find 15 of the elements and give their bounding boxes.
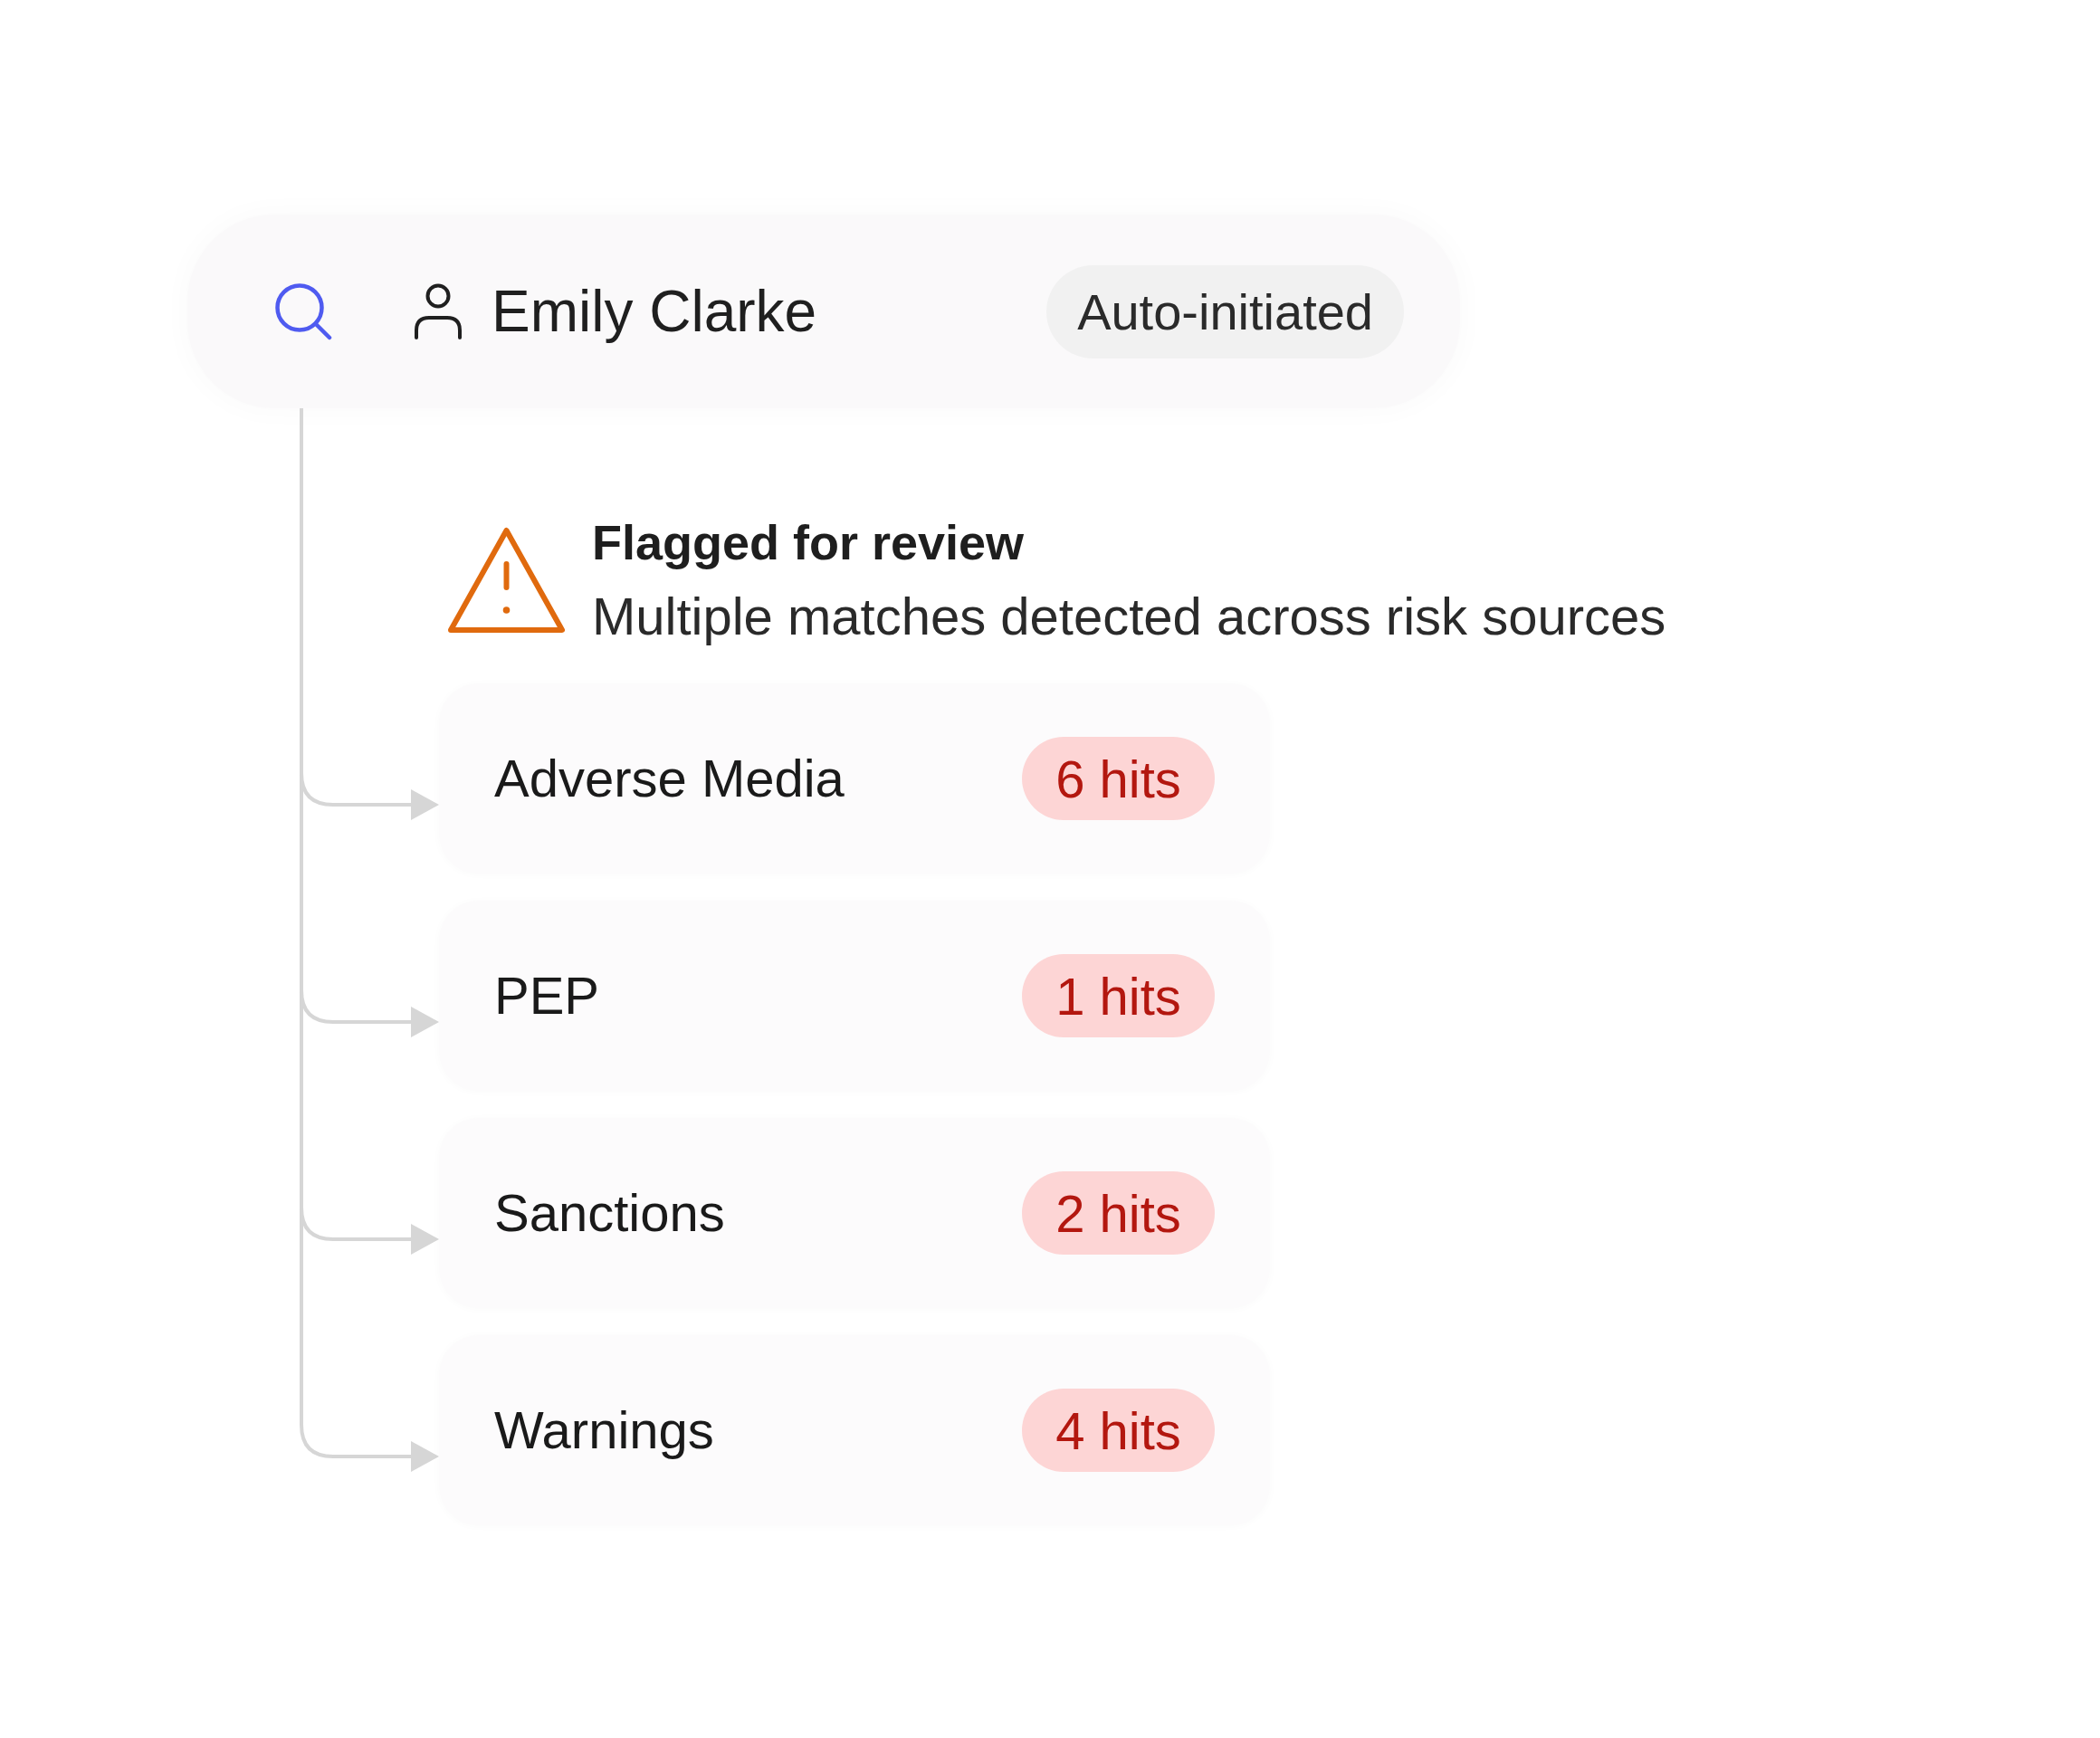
status-badge: Auto-initiated — [1046, 264, 1404, 358]
source-name: Sanctions — [494, 1182, 725, 1244]
alert-message: Multiple matches detected across risk sources — [592, 586, 1666, 647]
hit-count-badge: 6 hits — [1022, 737, 1215, 820]
subject-name: Emily Clarke — [492, 278, 817, 346]
source-name: PEP — [494, 965, 600, 1027]
source-name: Adverse Media — [494, 748, 845, 809]
hit-count-badge: 2 hits — [1022, 1171, 1215, 1255]
hit-count-badge: 4 hits — [1022, 1389, 1215, 1472]
alert-title: Flagged for review — [592, 514, 1025, 571]
person-icon — [413, 282, 463, 340]
source-name: Warnings — [494, 1399, 714, 1461]
warning-icon — [446, 526, 567, 635]
hit-count-badge: 1 hits — [1022, 954, 1215, 1037]
search-icon — [274, 282, 332, 340]
